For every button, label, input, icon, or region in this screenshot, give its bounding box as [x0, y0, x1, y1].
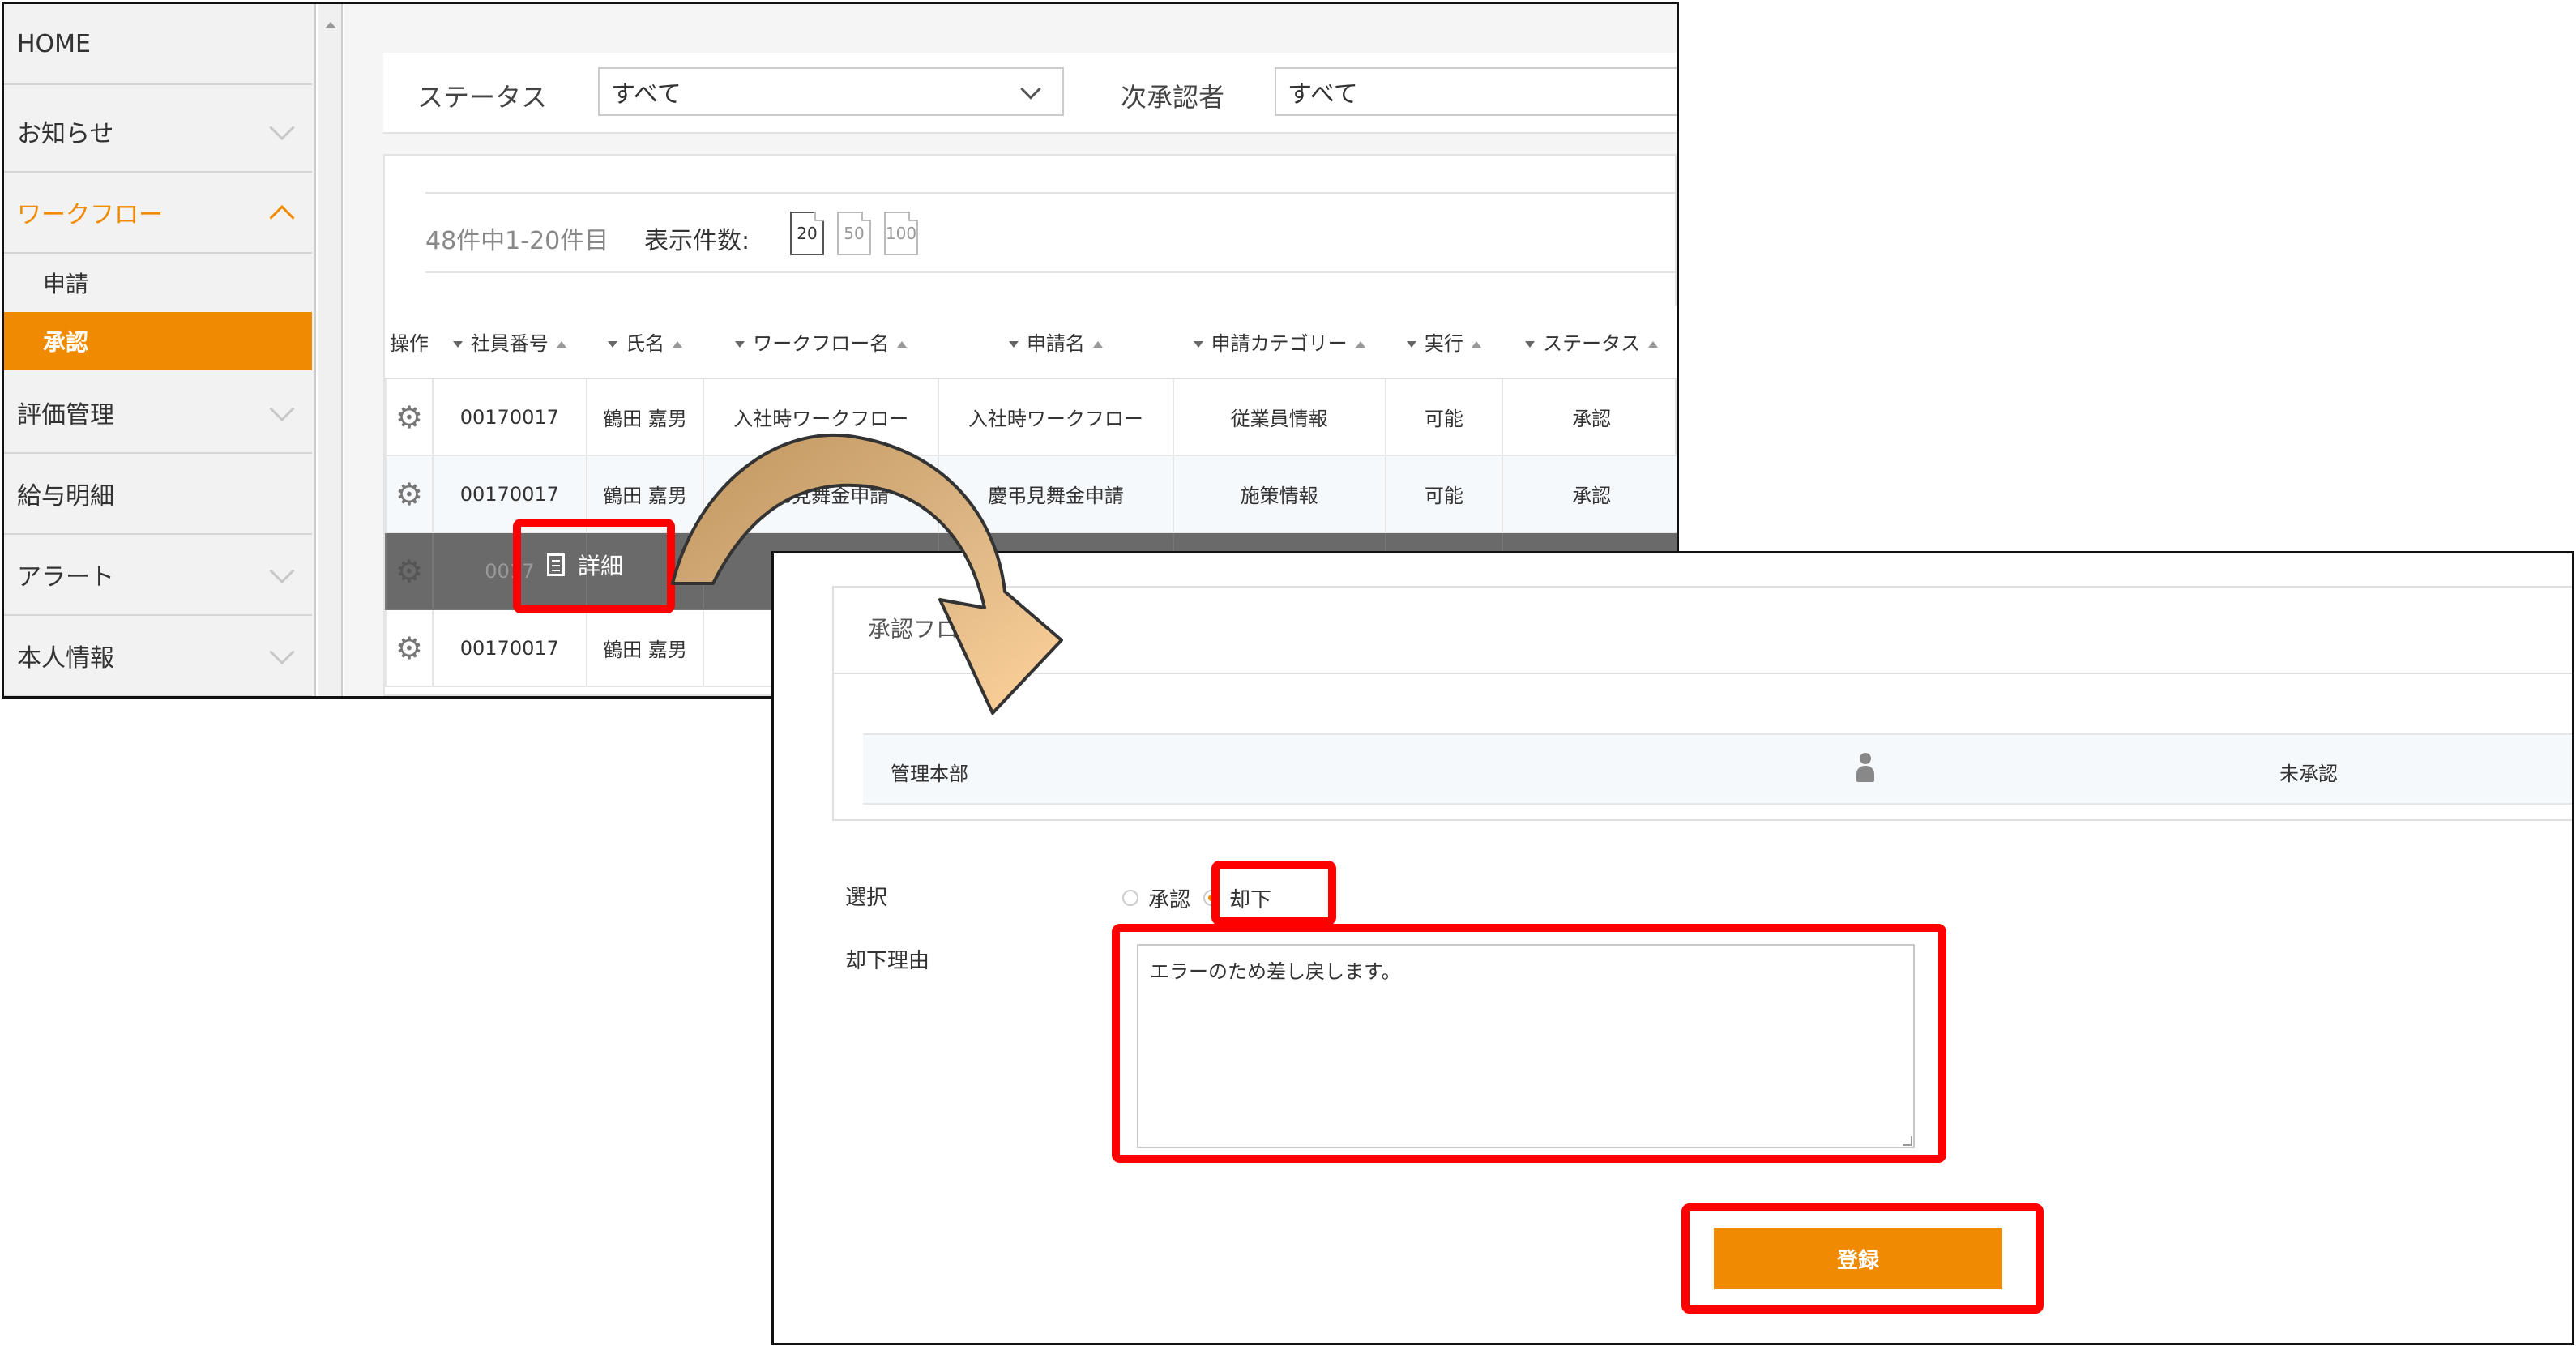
highlight-reason	[1112, 924, 1946, 1163]
gear-icon[interactable]: ⚙	[395, 476, 423, 512]
approval-flow-title: 承認フロー	[868, 616, 982, 643]
column-header-name[interactable]: 氏名	[586, 306, 704, 379]
approver-filter-select[interactable]: すべて	[1275, 67, 1677, 116]
sidebar-item-evaluation[interactable]: 評価管理	[4, 373, 312, 454]
sidebar-item-profile[interactable]: 本人情報	[4, 616, 312, 696]
chevron-up-icon	[269, 205, 295, 231]
sidebar-item-label: 本人情報	[17, 644, 114, 673]
column-header-action: 操作	[386, 306, 433, 379]
cell-workflow-name: 慶弔見舞金申請	[703, 455, 940, 533]
sidebar-subitem-request[interactable]: 申請	[4, 254, 312, 312]
column-header-category[interactable]: 申請カテゴリー	[1173, 306, 1386, 379]
column-header-workflow-name[interactable]: ワークフロー名	[703, 306, 939, 379]
sidebar-item-label: 給与明細	[17, 482, 114, 511]
highlight-register	[1681, 1203, 2044, 1314]
sidebar-item-news[interactable]: お知らせ	[4, 92, 312, 173]
cell-workflow-name: 入社時ワークフロー	[703, 378, 940, 456]
gear-icon[interactable]: ⚙	[395, 400, 423, 435]
column-header-employee-no[interactable]: 社員番号	[432, 306, 587, 379]
sidebar-subitem-approval[interactable]: 承認	[4, 312, 312, 370]
cell-employee-no: 00170017	[431, 378, 587, 456]
per-page-20-button[interactable]: 20	[790, 212, 824, 255]
gear-icon[interactable]: ⚙	[395, 630, 423, 666]
approver-filter-label: 次承認者	[1121, 82, 1225, 113]
paging-bar: 48件中1-20件目 表示件数: 20 50 100	[425, 192, 1675, 273]
sidebar-item-home[interactable]: HOME	[4, 4, 312, 85]
cell-name: 鶴田 嘉男	[585, 378, 705, 456]
cell-name: 鶴田 嘉男	[585, 609, 705, 687]
scroll-up-icon[interactable]	[325, 22, 336, 28]
per-page-50-button[interactable]: 50	[837, 212, 871, 255]
user-icon	[1856, 753, 1874, 784]
result-count: 48件中1-20件目	[425, 227, 609, 255]
table-row[interactable]: ⚙ 00170017 鶴田 嘉男 入社時ワークフロー 入社時ワークフロー 従業員…	[385, 378, 1677, 456]
cell-status: 承認	[1502, 455, 1677, 533]
column-header-status[interactable]: ステータス	[1502, 306, 1677, 379]
sidebar-item-label: 承認	[43, 329, 89, 356]
sidebar-item-label: 評価管理	[17, 401, 114, 429]
status-filter-label: ステータス	[417, 82, 548, 113]
cell-request-name: 慶弔見舞金申請	[938, 455, 1174, 533]
chevron-down-icon	[269, 396, 295, 422]
chevron-down-icon	[269, 639, 295, 665]
sidebar-item-label: アラート	[17, 563, 114, 592]
flow-department: 管理本部	[891, 763, 968, 785]
cell-category: 施策情報	[1172, 455, 1386, 533]
cell-execute: 可能	[1384, 455, 1504, 533]
sidebar-item-alert[interactable]: アラート	[4, 535, 312, 616]
chevron-down-icon	[269, 115, 295, 141]
cell-request-name: 入社時ワークフロー	[938, 378, 1174, 456]
chevron-down-icon	[269, 558, 295, 584]
approver-filter-value: すべて	[1288, 80, 1358, 109]
approval-flow-row: 管理本部 未承認	[863, 733, 2572, 805]
select-label: 選択	[845, 886, 888, 910]
approve-radio-label[interactable]: 承認	[1148, 883, 1190, 913]
gear-icon[interactable]: ⚙	[395, 553, 423, 589]
cell-execute: 可能	[1384, 378, 1504, 456]
approve-radio[interactable]	[1122, 890, 1138, 906]
sidebar-item-label: HOME	[17, 29, 92, 58]
column-header-execute[interactable]: 実行	[1385, 306, 1503, 379]
approval-flow-panel: 承認フロー 管理本部 未承認	[832, 586, 2572, 821]
per-page-label: 表示件数:	[644, 227, 750, 255]
sidebar-item-payslip[interactable]: 給与明細	[4, 454, 312, 535]
status-filter-value: すべて	[611, 80, 681, 109]
flow-status: 未承認	[2279, 763, 2338, 785]
status-filter-select[interactable]: すべて	[598, 67, 1064, 116]
sidebar: HOME お知らせ ワークフロー 申請 承認 評価管理 給与明細 アラート 本人…	[4, 4, 316, 696]
divider	[834, 673, 2572, 674]
sidebar-item-label: 申請	[43, 271, 89, 297]
highlight-detail	[513, 519, 675, 613]
sidebar-item-workflow[interactable]: ワークフロー	[4, 173, 312, 254]
cell-category: 従業員情報	[1172, 378, 1386, 456]
highlight-reject-radio	[1211, 861, 1336, 925]
column-header-request-name[interactable]: 申請名	[938, 306, 1173, 379]
reject-reason-label: 却下理由	[845, 949, 930, 973]
chevron-down-icon	[1020, 79, 1041, 100]
cell-status: 承認	[1502, 378, 1677, 456]
sidebar-scrollbar[interactable]	[318, 4, 343, 696]
sidebar-item-label: お知らせ	[17, 120, 114, 148]
sidebar-item-label: ワークフロー	[17, 201, 163, 229]
per-page-100-button[interactable]: 100	[884, 212, 918, 255]
filter-bar: ステータス すべて 次承認者 すべて	[383, 53, 1677, 134]
cell-employee-no: 00170017	[431, 609, 587, 687]
